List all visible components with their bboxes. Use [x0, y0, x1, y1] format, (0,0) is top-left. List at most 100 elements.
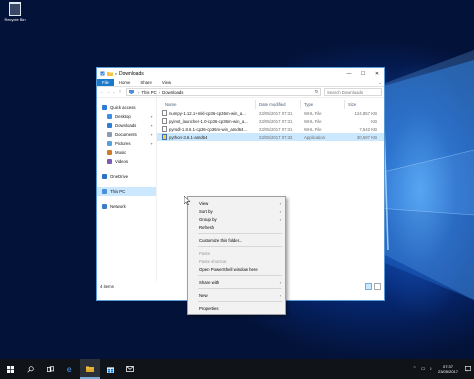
mail-taskbar-button[interactable] [120, 359, 140, 379]
tab-view[interactable]: View [157, 79, 176, 86]
menu-item-group-by[interactable]: Group by › [188, 215, 285, 223]
properties-quick-icon[interactable] [100, 71, 105, 76]
sidebar-item-label: Desktop [115, 114, 131, 119]
store-taskbar-button[interactable] [100, 359, 120, 379]
menu-item-label: New [199, 292, 208, 298]
tab-share[interactable]: Share [135, 79, 156, 86]
title-bar[interactable]: v Downloads — ☐ ✕ [97, 68, 384, 79]
sidebar-item-label: Music [115, 150, 127, 155]
sidebar-item-desktop[interactable]: Desktop ✦ [97, 112, 156, 121]
network-icon [102, 204, 107, 209]
search-button[interactable] [20, 359, 40, 379]
menu-item-paste-shortcut: Paste shortcut [188, 257, 285, 265]
menu-item-label: Paste [199, 250, 210, 256]
menu-item-view[interactable]: View › [188, 199, 285, 207]
sidebar-item-label: Videos [115, 159, 129, 164]
file-date: 23/05/2017 07:32 [259, 134, 293, 140]
file-row[interactable]: numpy-1.12.1+mkl-cp36-cp36m-win_a... 23/0… [157, 109, 384, 117]
this-pc-icon [102, 189, 107, 194]
notification-icon [465, 366, 471, 372]
recycle-bin-icon [9, 2, 21, 16]
sidebar-item-documents[interactable]: Documents ✦ [97, 130, 156, 139]
tab-file[interactable]: File [97, 79, 114, 86]
pin-icon: ✦ [150, 132, 153, 137]
volume-icon[interactable]: ♪ [429, 366, 432, 372]
ribbon-expand-icon[interactable]: ⌄ [376, 79, 384, 86]
item-count: 4 items [100, 283, 114, 289]
maximize-button[interactable]: ☐ [356, 68, 370, 79]
sidebar-item-this-pc[interactable]: This PC [97, 187, 156, 196]
sidebar-item-music[interactable]: Music [97, 148, 156, 157]
chevron-up-icon[interactable]: ⌃ [413, 366, 417, 372]
chevron-right-icon: › [158, 89, 161, 95]
edge-taskbar-button[interactable]: e [60, 359, 80, 379]
pin-icon: ✦ [150, 114, 153, 119]
menu-item-open-powershell-window-here[interactable]: Open PowerShell window here [188, 265, 285, 273]
menu-separator [198, 233, 282, 234]
chevron-right-icon: › [138, 89, 140, 95]
menu-item-properties[interactable]: Properties [188, 304, 285, 312]
network-icon[interactable]: ▭ [421, 366, 426, 372]
menu-item-label: Share with [199, 279, 220, 285]
menu-separator [198, 288, 282, 289]
address-row: ← → ⌄ ↑ › This PC › Downloads ↻ Search D… [97, 87, 384, 98]
breadcrumb-this-pc[interactable]: This PC [141, 90, 156, 95]
sidebar-item-onedrive[interactable]: OneDrive [97, 172, 156, 181]
folder-icon [107, 72, 113, 76]
file-explorer-taskbar-button[interactable] [80, 359, 100, 379]
column-type[interactable]: Type [301, 100, 345, 109]
up-arrow-icon[interactable]: ↑ [117, 88, 123, 96]
breadcrumb-downloads[interactable]: Downloads [162, 90, 183, 95]
close-button[interactable]: ✕ [370, 68, 384, 79]
submenu-arrow-icon: › [279, 200, 281, 206]
file-row[interactable]: pyinst_launcher-1.0-cp36-cp36m-win_a... 2… [157, 117, 384, 125]
menu-item-share-with[interactable]: Share with › [188, 278, 285, 286]
sidebar-item-videos[interactable]: Videos [97, 157, 156, 166]
file-explorer-icon [86, 366, 94, 372]
file-type: WHL File [304, 126, 322, 132]
column-name[interactable]: Name [157, 100, 256, 109]
file-name-cell: pyinst_launcher-1.0-cp36-cp36m-win_a... [157, 118, 256, 124]
menu-item-customize-this-folder[interactable]: Customize this folder... [188, 236, 285, 244]
menu-item-label: Refresh [199, 224, 215, 230]
installer-icon [162, 134, 167, 140]
column-date-modified[interactable]: Date modified [256, 100, 301, 109]
sidebar-item-label: This PC [110, 189, 126, 194]
menu-item-new[interactable]: New › [188, 291, 285, 299]
minimize-button[interactable]: — [342, 68, 356, 79]
file-name: python-3.6.1-amd64 [169, 134, 208, 140]
ribbon-tabs: File Home Share View ⌄ [97, 79, 384, 87]
clock[interactable]: 07:37 23/05/2017 [438, 364, 458, 374]
menu-item-sort-by[interactable]: Sort by › [188, 207, 285, 215]
sidebar-item-quick-access[interactable]: Quick access [97, 103, 156, 112]
file-name: numpy-1.12.1+mkl-cp36-cp36m-win_a... [169, 110, 246, 116]
sidebar-item-label: Pictures [115, 141, 131, 146]
recycle-bin-label: Recycle Bin [4, 17, 26, 22]
column-size[interactable]: Size [345, 100, 380, 109]
context-menu: View › Sort by › Group by › Refresh Customize t… [187, 196, 286, 315]
quick-access-dropdown-icon[interactable]: v [115, 71, 117, 76]
file-row[interactable]: pyrsdl-1.8.6.1-cp36-cp36m-win_amd64... 23… [157, 125, 384, 133]
menu-separator [198, 246, 282, 247]
sidebar-item-network[interactable]: Network [97, 202, 156, 211]
file-type: WHL File [304, 118, 322, 124]
action-center-button[interactable] [462, 359, 474, 379]
star-icon [102, 105, 107, 110]
details-view-icon[interactable] [365, 282, 372, 290]
recycle-bin-desktop-icon[interactable]: Recycle Bin [3, 2, 27, 22]
svg-text:e: e [67, 365, 72, 373]
start-button[interactable] [0, 359, 20, 379]
address-bar[interactable]: › This PC › Downloads ↻ [126, 88, 321, 96]
tab-home[interactable]: Home [114, 79, 135, 86]
search-input[interactable]: Search Downloads [324, 88, 382, 96]
file-type: Application [304, 134, 326, 140]
sidebar-item-downloads[interactable]: Downloads ✦ [97, 121, 156, 130]
menu-separator [198, 301, 282, 302]
sidebar-item-pictures[interactable]: Pictures ✦ [97, 139, 156, 148]
menu-item-refresh[interactable]: Refresh [188, 223, 285, 231]
refresh-icon[interactable]: ↻ [313, 89, 320, 95]
large-icons-view-icon[interactable] [374, 282, 381, 290]
task-view-button[interactable] [40, 359, 60, 379]
file-row[interactable]: python-3.6.1-amd64 23/05/2017 07:32 Applic… [157, 133, 384, 141]
file-icon [162, 126, 167, 132]
